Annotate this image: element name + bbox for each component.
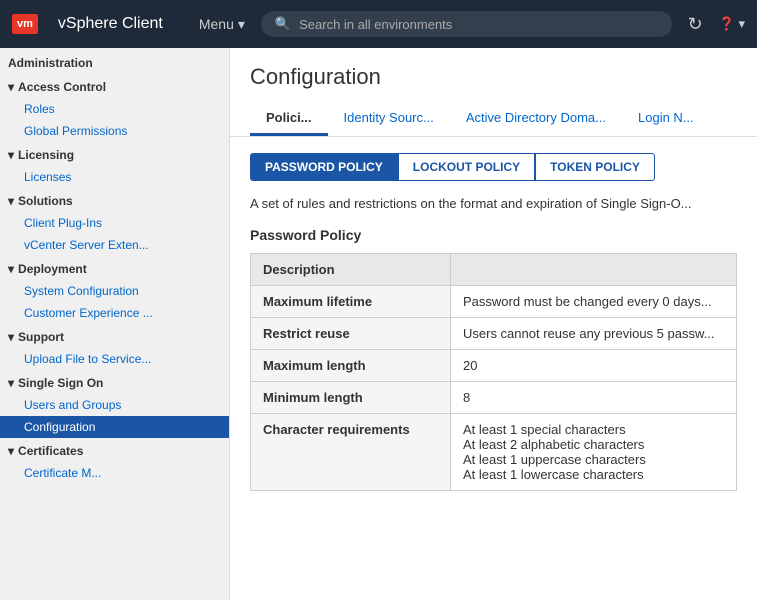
refresh-icon[interactable]: ↻ — [688, 14, 703, 35]
sidebar-item-roles[interactable]: Roles — [0, 98, 229, 120]
solutions-toggle[interactable]: ▾ Solutions — [0, 188, 229, 212]
table-cell-label: Character requirements — [251, 414, 451, 491]
policy-buttons-group: PASSWORD POLICY LOCKOUT POLICY TOKEN POL… — [250, 153, 737, 181]
table-row: Maximum lifetimePassword must be changed… — [251, 286, 737, 318]
topbar-actions: ↻ ❓ ▾ — [688, 14, 745, 35]
access-control-toggle[interactable]: ▾ Access Control — [0, 74, 229, 98]
sidebar: Administration ▾ Access Control Roles Gl… — [0, 48, 230, 600]
table-cell-value: Password must be changed every 0 days... — [451, 286, 737, 318]
table-header-description: Description — [251, 254, 451, 286]
toggle-arrow-icon: ▾ — [8, 444, 14, 458]
table-cell-label: Maximum length — [251, 350, 451, 382]
main-header: Configuration Polici... Identity Sourc..… — [230, 48, 757, 137]
table-cell-value: 8 — [451, 382, 737, 414]
support-label: Support — [18, 330, 64, 344]
policy-table: Description Maximum lifetimePassword mus… — [250, 253, 737, 491]
table-cell-value: 20 — [451, 350, 737, 382]
search-bar[interactable]: 🔍 Search in all environments — [261, 11, 672, 37]
sidebar-item-system-configuration[interactable]: System Configuration — [0, 280, 229, 302]
topbar: vm vSphere Client Menu ▾ 🔍 Search in all… — [0, 0, 757, 48]
help-button[interactable]: ❓ ▾ — [719, 16, 745, 32]
toggle-arrow-icon: ▾ — [8, 262, 14, 276]
page-title: Configuration — [250, 64, 737, 90]
tab-policies[interactable]: Polici... — [250, 102, 328, 136]
brand-name: vSphere Client — [58, 15, 163, 33]
sidebar-item-users-and-groups[interactable]: Users and Groups — [0, 394, 229, 416]
sidebar-item-customer-experience[interactable]: Customer Experience ... — [0, 302, 229, 324]
token-policy-button[interactable]: TOKEN POLICY — [535, 153, 655, 181]
deployment-toggle[interactable]: ▾ Deployment — [0, 256, 229, 280]
password-policy-section-title: Password Policy — [250, 227, 737, 243]
table-cell-label: Maximum lifetime — [251, 286, 451, 318]
deployment-label: Deployment — [18, 262, 87, 276]
search-placeholder: Search in all environments — [299, 17, 452, 32]
tab-active-directory[interactable]: Active Directory Doma... — [450, 102, 622, 136]
menu-button[interactable]: Menu ▾ — [199, 16, 245, 33]
toggle-arrow-icon: ▾ — [8, 376, 14, 390]
sidebar-item-vcenter-extensions[interactable]: vCenter Server Exten... — [0, 234, 229, 256]
app-layout: Administration ▾ Access Control Roles Gl… — [0, 48, 757, 600]
vm-logo: vm — [12, 14, 38, 34]
support-toggle[interactable]: ▾ Support — [0, 324, 229, 348]
sidebar-item-configuration[interactable]: Configuration — [0, 416, 229, 438]
toggle-arrow-icon: ▾ — [8, 194, 14, 208]
table-row: Character requirementsAt least 1 special… — [251, 414, 737, 491]
sidebar-item-global-permissions[interactable]: Global Permissions — [0, 120, 229, 142]
table-cell-value: At least 1 special characters At least 2… — [451, 414, 737, 491]
single-sign-on-label: Single Sign On — [18, 376, 103, 390]
search-icon: 🔍 — [275, 16, 291, 32]
table-cell-value: Users cannot reuse any previous 5 passw.… — [451, 318, 737, 350]
table-row: Maximum length20 — [251, 350, 737, 382]
policy-description: A set of rules and restrictions on the f… — [250, 195, 737, 213]
menu-label: Menu — [199, 16, 234, 32]
toggle-arrow-icon: ▾ — [8, 80, 14, 94]
main-content: Configuration Polici... Identity Sourc..… — [230, 48, 757, 600]
admin-header: Administration — [0, 48, 229, 74]
single-sign-on-toggle[interactable]: ▾ Single Sign On — [0, 370, 229, 394]
licensing-label: Licensing — [18, 148, 74, 162]
licensing-toggle[interactable]: ▾ Licensing — [0, 142, 229, 166]
solutions-label: Solutions — [18, 194, 73, 208]
access-control-label: Access Control — [18, 80, 106, 94]
sidebar-item-licenses[interactable]: Licenses — [0, 166, 229, 188]
password-policy-button[interactable]: PASSWORD POLICY — [250, 153, 398, 181]
toggle-arrow-icon: ▾ — [8, 148, 14, 162]
tab-identity-sources[interactable]: Identity Sourc... — [328, 102, 450, 136]
table-row: Restrict reuseUsers cannot reuse any pre… — [251, 318, 737, 350]
table-header-value — [451, 254, 737, 286]
sidebar-item-certificate-management[interactable]: Certificate M... — [0, 462, 229, 484]
table-cell-label: Minimum length — [251, 382, 451, 414]
sidebar-item-upload-file[interactable]: Upload File to Service... — [0, 348, 229, 370]
certificates-toggle[interactable]: ▾ Certificates — [0, 438, 229, 462]
main-body: PASSWORD POLICY LOCKOUT POLICY TOKEN POL… — [230, 137, 757, 600]
table-cell-label: Restrict reuse — [251, 318, 451, 350]
sidebar-item-client-plugins[interactable]: Client Plug-Ins — [0, 212, 229, 234]
menu-chevron-icon: ▾ — [238, 16, 245, 33]
tabs-bar: Polici... Identity Sourc... Active Direc… — [250, 102, 737, 136]
lockout-policy-button[interactable]: LOCKOUT POLICY — [398, 153, 535, 181]
certificates-label: Certificates — [18, 444, 83, 458]
tab-login[interactable]: Login N... — [622, 102, 710, 136]
table-row: Minimum length8 — [251, 382, 737, 414]
toggle-arrow-icon: ▾ — [8, 330, 14, 344]
